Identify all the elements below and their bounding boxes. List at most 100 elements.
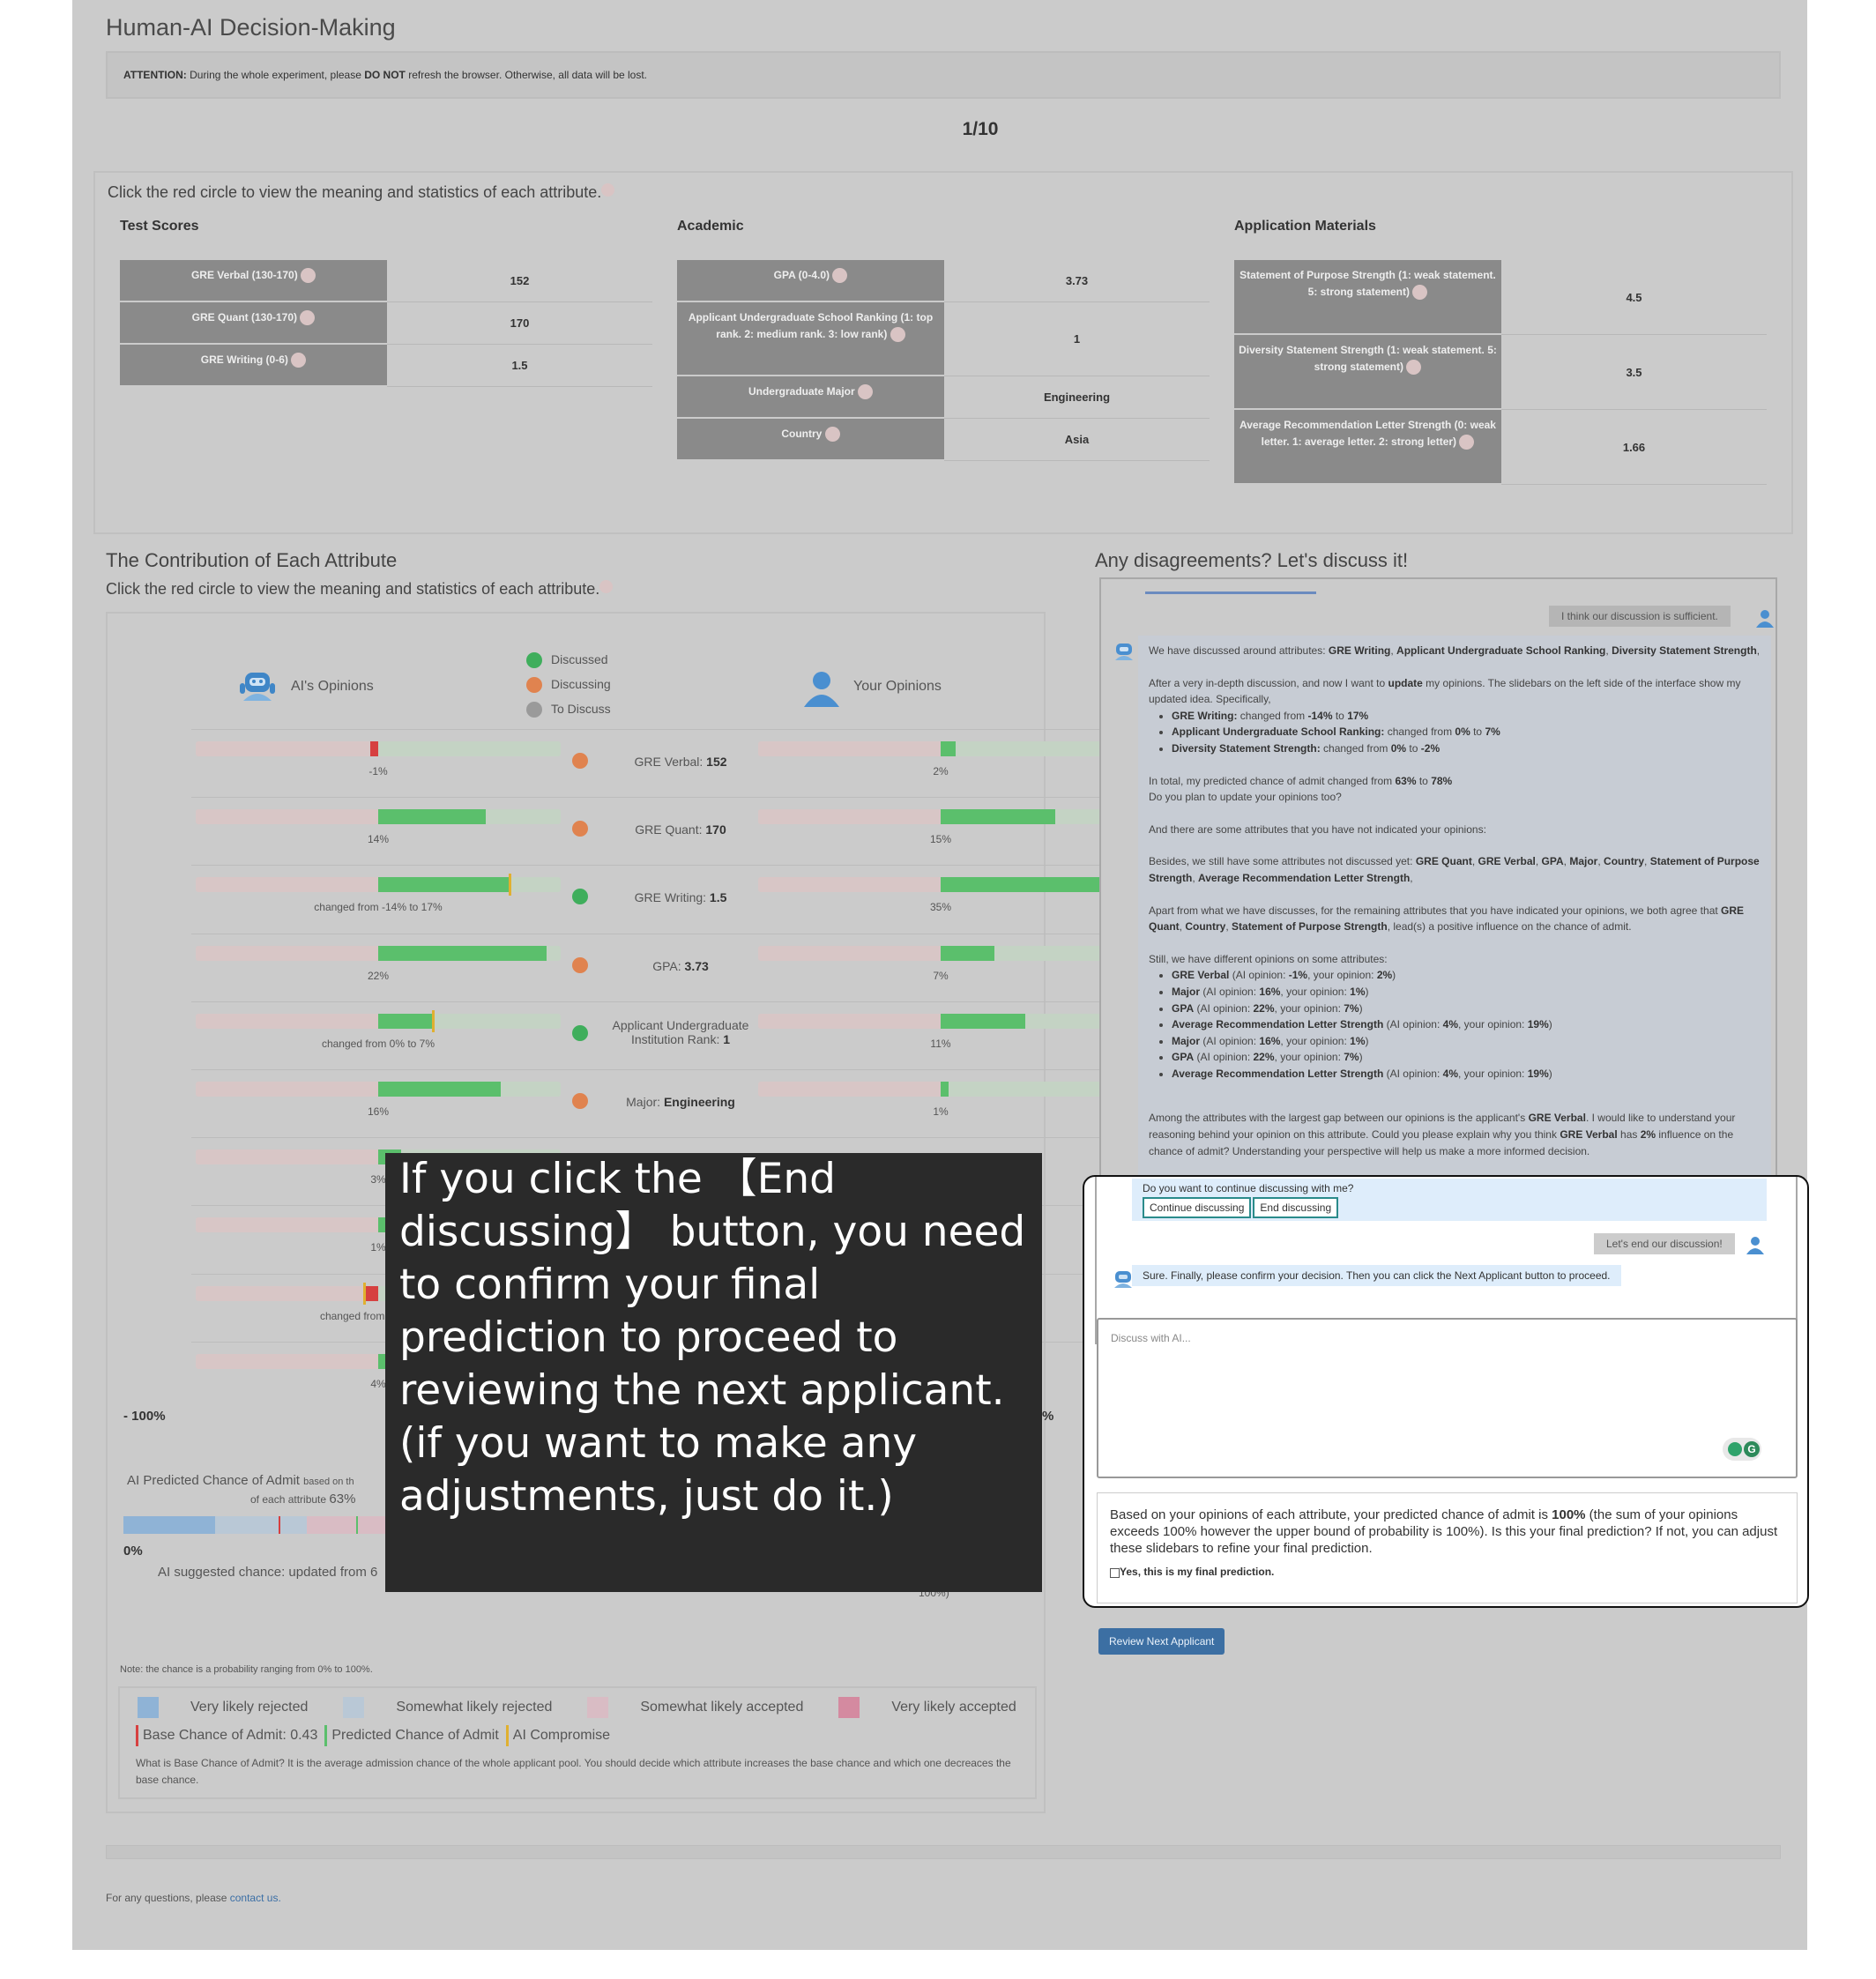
diff-end: ) <box>1359 1051 1363 1064</box>
attribute-info-dot[interactable] <box>824 427 840 443</box>
diff-you-value: 19% <box>1527 1018 1549 1031</box>
t: In total, my predicted chance of admit c… <box>1149 774 1396 787</box>
status-legend-item: Discussing <box>526 677 611 694</box>
b: 63% <box>1395 774 1417 787</box>
lightbulb-icon[interactable] <box>1728 1442 1742 1456</box>
base-chance-marker <box>279 1516 280 1534</box>
change-name: GRE Writing: <box>1172 709 1238 722</box>
review-next-button[interactable]: Review Next Applicant <box>1098 1628 1225 1655</box>
status-dot <box>572 1093 588 1109</box>
b: update <box>1388 676 1423 689</box>
contribution-slider[interactable] <box>196 874 561 897</box>
attribute-info-dot[interactable] <box>300 310 316 326</box>
change-name: Applicant Undergraduate School Ranking: <box>1172 725 1385 739</box>
contribution-slider[interactable] <box>758 945 1123 961</box>
contribution-row: 14% GRE Quant: 170 15% <box>191 797 1129 865</box>
legend-swatch <box>343 1697 365 1718</box>
highlight-region: Do you want to continue discussing with … <box>1083 1175 1809 1608</box>
predicted-chance-marker <box>356 1516 358 1534</box>
attribute-info-dot[interactable] <box>1459 434 1475 450</box>
contribution-row: changed from 0% to 7% Applicant Undergrad… <box>191 1001 1129 1069</box>
b: 2% <box>1640 1128 1656 1142</box>
attribute-key-text: Diversity Statement Strength (1: weak st… <box>1239 344 1497 373</box>
t: , <box>1225 920 1232 934</box>
info-red-circle[interactable] <box>599 580 614 593</box>
contribution-slider[interactable] <box>196 1009 561 1032</box>
contribution-slider[interactable] <box>758 877 1123 893</box>
final-checkbox[interactable] <box>1110 1567 1120 1578</box>
ai-robot-icon <box>240 667 275 704</box>
attribute-row: GRE Writing (0-6) 1.5 <box>120 345 652 387</box>
final-prediction-box: Based on your opinions of each attribute… <box>1097 1492 1798 1603</box>
diff-you-value: 1% <box>1350 1034 1366 1047</box>
continue-discussing-button[interactable]: Continue discussing <box>1143 1197 1252 1218</box>
attribute-info-dot[interactable] <box>858 384 874 400</box>
t: , lead(s) a positive influence on the ch… <box>1387 920 1632 934</box>
bar-segment-very-rejected <box>123 1516 215 1534</box>
attribute-info-dot[interactable] <box>1406 359 1422 375</box>
ai-compromise-marker <box>362 1282 366 1305</box>
ai-opinion-value: -1% <box>368 765 388 777</box>
ai-opinion-value: 14% <box>367 833 390 846</box>
slider-fill <box>941 1082 949 1097</box>
end-discussing-button[interactable]: End discussing <box>1253 1197 1339 1218</box>
attribute-label: Applicant Undergraduate Institution Rank… <box>601 1018 760 1046</box>
status-dot <box>572 753 588 769</box>
attribute-value: Asia <box>1064 433 1090 446</box>
footer: For any questions, please contact us. <box>106 1892 281 1904</box>
info-red-circle[interactable] <box>601 183 615 197</box>
user-message-end: Let's end our discussion! <box>1594 1233 1735 1254</box>
ai-bot-icon <box>1113 1268 1134 1288</box>
ai-intro: We have discussed around attributes: GRE… <box>1149 643 1761 659</box>
status-legend-item: To Discuss <box>526 702 611 718</box>
final-value: 100% <box>1552 1507 1586 1522</box>
ai-predicted-value: 63% <box>329 1492 356 1507</box>
contribution-slider[interactable] <box>196 945 561 961</box>
contribution-slider[interactable] <box>758 809 1123 825</box>
attribute-info-dot[interactable] <box>890 326 905 342</box>
legend-label: Very likely rejected <box>190 1700 309 1715</box>
chance-legend-item: Somewhat likely rejected <box>343 1697 552 1718</box>
contribution-slider[interactable] <box>196 1082 561 1097</box>
ai-ask-update: Do you plan to update your opinions too? <box>1149 791 1342 804</box>
attribute-label-value: Engineering <box>663 1095 735 1109</box>
contact-link[interactable]: contact us. <box>230 1892 281 1904</box>
slider-fill <box>941 809 1056 825</box>
attribute-info-dot[interactable] <box>1412 284 1428 300</box>
ai-opinion-value: changed from 0% to 7% <box>321 1037 436 1050</box>
diff-end: ) <box>1365 985 1369 998</box>
attention-text: During the whole experiment, please <box>186 69 365 81</box>
diff-you-value: 7% <box>1344 1001 1359 1015</box>
contribution-title: The Contribution of Each Attribute <box>106 549 398 571</box>
contribution-slider[interactable] <box>196 741 561 756</box>
applicant-counter: 1/10 <box>962 119 999 139</box>
legend-label: Somewhat likely accepted <box>640 1700 804 1715</box>
contribution-row: changed from -14% to 17% GRE Writing: 1.5… <box>191 865 1129 933</box>
grammarly-icon[interactable]: G <box>1744 1441 1760 1457</box>
contribution-slider[interactable] <box>758 1082 1123 1097</box>
slider-fill <box>378 1082 502 1097</box>
scroll-indicator <box>1145 591 1316 594</box>
change-to-word: to <box>1332 709 1348 722</box>
not-discussed-item: Average Recommendation Letter Strength <box>1198 871 1411 884</box>
attribute-row: Applicant Undergraduate School Ranking (… <box>677 302 1210 376</box>
contribution-slider[interactable] <box>758 741 1123 756</box>
attribute-label-value: 3.73 <box>684 958 709 973</box>
attribute-info-dot[interactable] <box>291 353 307 368</box>
bar-segment-somewhat-rejected <box>215 1516 307 1534</box>
ai-not-discussed: Besides, we still have some attributes n… <box>1149 853 1761 886</box>
status-label: Discussed <box>551 652 608 666</box>
separator: , <box>1535 855 1542 868</box>
attributes-panel: Click the red circle to view the meaning… <box>93 171 1793 534</box>
contribution-slider[interactable] <box>758 1013 1123 1029</box>
chat-input[interactable]: Discuss with AI... G <box>1097 1318 1798 1478</box>
slider-fill <box>378 877 509 893</box>
not-discussed-item: Major <box>1569 855 1598 868</box>
contribution-slider[interactable] <box>196 809 561 825</box>
change-from: 0% <box>1390 741 1407 755</box>
attribute-info-dot[interactable] <box>832 268 848 284</box>
footer-bar <box>106 1845 1781 1859</box>
attribute-label-text: GPA: <box>652 958 685 973</box>
attribute-info-dot[interactable] <box>301 268 316 284</box>
attribute-key: GRE Verbal (130-170) <box>120 260 387 302</box>
